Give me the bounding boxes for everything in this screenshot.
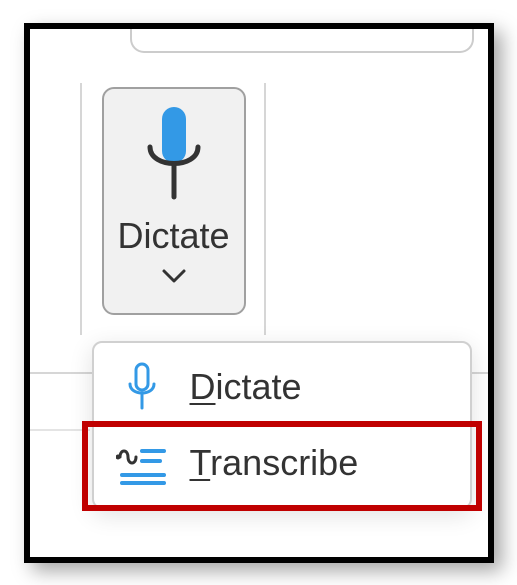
- dictate-button-label: Dictate: [117, 215, 229, 257]
- microphone-icon: [116, 362, 168, 412]
- ribbon-top-bar: [130, 29, 474, 53]
- microphone-icon: [134, 103, 214, 209]
- document-edge: [30, 429, 90, 431]
- screenshot-frame: Dictate Dictate: [24, 23, 494, 563]
- ribbon-divider: [264, 83, 266, 335]
- menu-item-label: Dictate: [190, 366, 302, 408]
- menu-item-transcribe[interactable]: Transcribe: [94, 425, 470, 501]
- menu-item-dictate[interactable]: Dictate: [94, 349, 470, 425]
- ribbon-divider: [80, 83, 82, 335]
- ribbon-area: Dictate: [30, 29, 488, 374]
- dictate-split-button[interactable]: Dictate: [102, 87, 246, 315]
- transcribe-icon: [116, 441, 168, 485]
- dictate-dropdown-menu: Dictate Transcribe: [92, 341, 472, 509]
- chevron-down-icon: [160, 267, 188, 290]
- menu-item-label: Transcribe: [190, 442, 359, 484]
